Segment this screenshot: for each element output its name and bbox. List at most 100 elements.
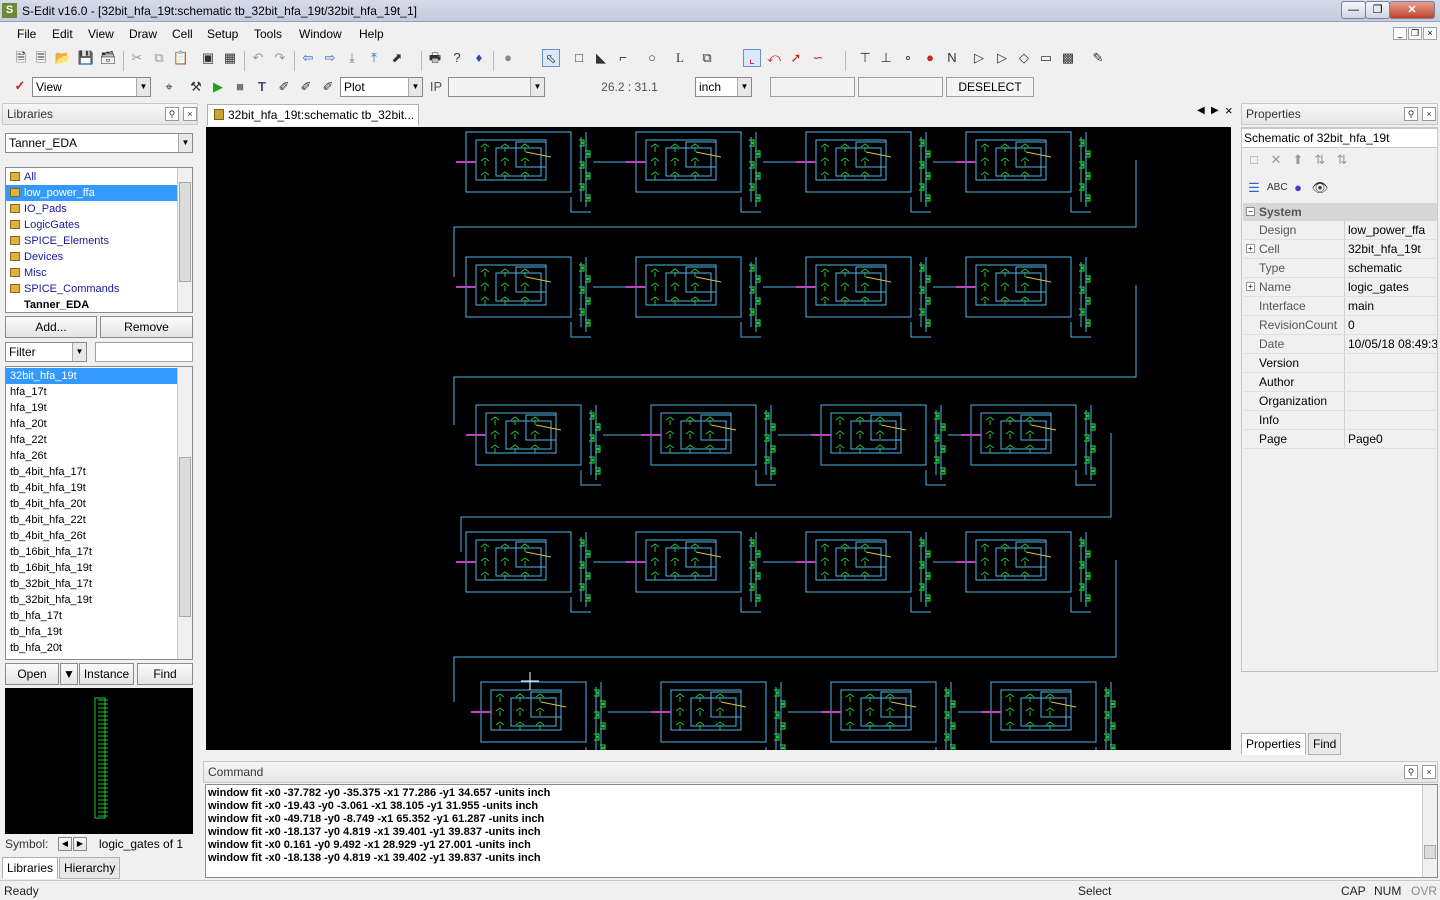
library-item[interactable]: SPICE_Commands [6, 281, 192, 297]
restore-button[interactable]: ❐ [1365, 1, 1390, 19]
properties-pen-icon[interactable]: ✎ [1089, 49, 1107, 67]
draw-box-icon[interactable]: □ [570, 49, 588, 67]
port-global-icon[interactable]: ▩ [1059, 49, 1077, 67]
forward-arrow-icon[interactable]: ⇨ [321, 49, 339, 67]
library-item[interactable]: Tanner_EDA [6, 297, 192, 312]
library-icon[interactable]: ♦ [470, 49, 488, 67]
property-value[interactable]: Page0 [1344, 430, 1437, 448]
color-icon[interactable]: ● [1289, 179, 1307, 197]
wire-mode-icon[interactable]: ⌞ [743, 49, 761, 67]
view-combo[interactable]: View ▼ [32, 77, 151, 97]
paste-icon[interactable]: 📋 [172, 49, 190, 67]
cell-list-item[interactable]: hfa_22t [6, 432, 192, 448]
probe-icon[interactable]: ∘ [899, 49, 917, 67]
help-query-icon[interactable]: ? [448, 49, 466, 67]
new-file-icon[interactable]: 🗎 [12, 49, 30, 67]
save-icon[interactable]: 💾 [77, 49, 95, 67]
find-cell-button[interactable]: Find [137, 663, 193, 685]
wire-diagonal-icon[interactable]: ➚ [787, 49, 805, 67]
property-value[interactable]: 32bit_hfa_19t [1344, 240, 1437, 258]
new-property-icon[interactable]: □ [1245, 151, 1263, 169]
command-output[interactable]: window fit -x0 -37.782 -y0 -35.375 -x1 7… [205, 784, 1438, 878]
menu-edit[interactable]: Edit [52, 27, 73, 41]
open-folder-icon[interactable]: 📂 [54, 49, 72, 67]
cell-list-item[interactable]: hfa_26t [6, 448, 192, 464]
undo-icon[interactable]: ↶ [249, 49, 267, 67]
cell-list-item[interactable]: tb_32bit_hfa_17t [6, 576, 192, 592]
net-label-icon[interactable]: ⊥ [877, 49, 895, 67]
units-combo[interactable]: inch ▼ [695, 77, 752, 97]
delete-property-icon[interactable]: ✕ [1267, 151, 1285, 169]
property-row[interactable]: + Cell 32bit_hfa_19t [1243, 240, 1437, 259]
library-selector[interactable]: Tanner_EDA ▼ [5, 133, 193, 153]
instance-button[interactable]: Instance [79, 663, 134, 685]
property-row[interactable]: Interface main [1243, 297, 1437, 316]
menu-window[interactable]: Window [299, 27, 342, 41]
property-value[interactable]: main [1344, 297, 1437, 315]
record-icon[interactable]: ● [921, 49, 939, 67]
property-value[interactable] [1344, 392, 1437, 410]
library-item[interactable]: LogicGates [6, 217, 192, 233]
probe-tool-icon[interactable]: ✐ [275, 78, 293, 96]
wire-curve-icon[interactable]: ∽ [809, 49, 827, 67]
port-other-icon[interactable]: ▭ [1037, 49, 1055, 67]
cell-list-item[interactable]: tb_4bit_hfa_20t [6, 496, 192, 512]
pin-icon[interactable]: ⚲ [1404, 107, 1418, 121]
document-tab[interactable]: 32bit_hfa_19t:schematic tb_32bit... [207, 104, 420, 126]
filter-input[interactable] [95, 342, 193, 362]
eye-icon[interactable]: 👁 [1311, 179, 1329, 197]
port-icon[interactable]: ⊤ [856, 49, 874, 67]
symbol-prev-icon[interactable]: ◀ [58, 837, 72, 851]
library-item[interactable]: Misc [6, 265, 192, 281]
plot-combo[interactable]: Plot ▼ [340, 77, 423, 97]
symbol-next-icon[interactable]: ▶ [73, 837, 87, 851]
sort-alt-icon[interactable]: ⇅ [1333, 151, 1351, 169]
print-icon[interactable]: 🖶 [426, 49, 444, 67]
alphabetical-icon[interactable]: ABC [1267, 179, 1288, 197]
library-item[interactable]: IO_Pads [6, 201, 192, 217]
property-row[interactable]: Info [1243, 411, 1437, 430]
mdi-minimize-icon[interactable]: _ [1393, 27, 1407, 40]
menu-file[interactable]: File [17, 27, 36, 41]
pin-icon[interactable]: ⚲ [1404, 765, 1418, 779]
property-value[interactable]: schematic [1344, 259, 1437, 277]
cut-icon[interactable]: ✂ [128, 49, 146, 67]
stop-icon[interactable]: ■ [231, 78, 249, 96]
net-name-icon[interactable]: N [943, 49, 961, 67]
library-item[interactable]: SPICE_Elements [6, 233, 192, 249]
tab-properties[interactable]: Properties [1241, 733, 1306, 755]
find-field-2[interactable] [858, 77, 943, 97]
draw-wire-icon[interactable]: ⌐ [614, 49, 632, 67]
draw-circle-icon[interactable]: ○ [643, 49, 661, 67]
cell-list-item[interactable]: hfa_17t [6, 384, 192, 400]
cell-list-item[interactable]: tb_4bit_hfa_19t [6, 480, 192, 496]
property-row[interactable]: Type schematic [1243, 259, 1437, 278]
ip-icon[interactable]: IP [427, 78, 445, 96]
menu-cell[interactable]: Cell [172, 27, 193, 41]
pop-out-icon[interactable]: ⤒ [365, 49, 383, 67]
property-row[interactable]: + Name logic_gates [1243, 278, 1437, 297]
property-value[interactable]: low_power_ffa [1344, 221, 1437, 239]
categorized-icon[interactable]: ☰ [1245, 179, 1263, 197]
mdi-close-icon[interactable]: × [1423, 27, 1437, 40]
menu-setup[interactable]: Setup [207, 27, 238, 41]
cell-list-item[interactable]: 32bit_hfa_19t [6, 368, 192, 384]
text-tool-icon[interactable]: T [253, 78, 271, 96]
close-panel-icon[interactable]: × [1422, 765, 1436, 779]
wire-angle-icon[interactable]: ⤺ [765, 49, 783, 67]
mdi-restore-icon[interactable]: ❐ [1408, 27, 1422, 40]
cell-list-item[interactable]: tb_4bit_hfa_26t [6, 528, 192, 544]
property-value[interactable]: 10/05/18 08:49:39 [1344, 335, 1437, 353]
library-list-scrollbar[interactable] [177, 168, 192, 312]
save-all-icon[interactable]: 🗃 [99, 49, 117, 67]
close-button[interactable]: ✕ [1389, 1, 1435, 19]
probe-voltage-icon[interactable]: ✐ [297, 78, 315, 96]
property-row[interactable]: Design low_power_ffa [1243, 221, 1437, 240]
instance-icon[interactable]: ⧉ [698, 49, 716, 67]
remove-library-button[interactable]: Remove [100, 316, 193, 338]
tab-libraries[interactable]: Libraries [2, 857, 59, 879]
copy-icon[interactable]: ⧉ [150, 49, 168, 67]
cell-list-item[interactable]: tb_16bit_hfa_17t [6, 544, 192, 560]
deselect-button[interactable]: DESELECT [946, 77, 1034, 97]
back-arrow-icon[interactable]: ⇦ [299, 49, 317, 67]
